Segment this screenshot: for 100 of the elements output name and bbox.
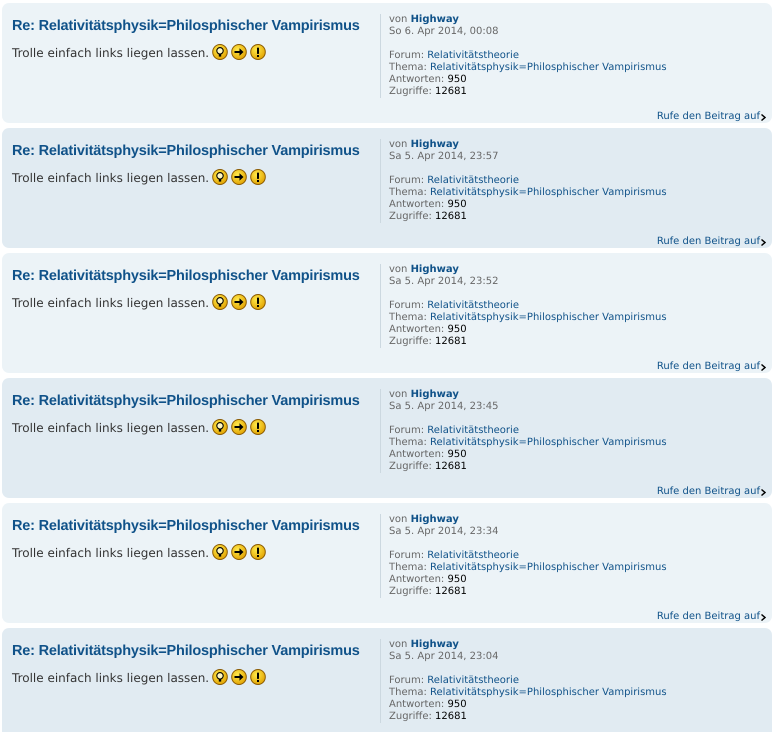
author-label: von (389, 389, 408, 400)
info-label: Zugriffe: (389, 711, 432, 722)
info-label: Forum: (389, 550, 424, 561)
chevron-icon (761, 114, 766, 120)
post-title[interactable]: Re: Relativitätsphysik=Philosphischer Vampirismus (12, 141, 360, 163)
author-link[interactable]: Highway (410, 264, 459, 275)
forum-link[interactable]: Relativitätstheorie (427, 50, 519, 61)
lightbulb-icon (212, 669, 228, 686)
view-count: 12681 (435, 211, 467, 222)
view-count: 12681 (435, 461, 467, 472)
chevron-icon (761, 614, 766, 620)
post-date: Sa 5. Apr 2014, 23:04 (389, 651, 500, 663)
jump-link[interactable]: Rufe den Beitrag auf (656, 361, 766, 373)
info-label: Zugriffe: (389, 211, 432, 222)
post-date: So 6. Apr 2014, 00:08 (389, 26, 500, 38)
view-count: 12681 (435, 86, 467, 97)
post-date: Sa 5. Apr 2014, 23:45 (389, 401, 500, 413)
chevron-icon (761, 364, 766, 370)
forum-link[interactable]: Relativitätstheorie (427, 550, 519, 561)
view-count: 12681 (435, 336, 467, 347)
info-label: Zugriffe: (389, 86, 432, 97)
info-label: Thema: (389, 187, 427, 198)
info-label: Antworten: (389, 699, 444, 710)
lightbulb-icon (212, 169, 228, 186)
info-label: Forum: (389, 425, 424, 436)
info-label: Thema: (389, 437, 427, 448)
exclamation-icon (250, 294, 266, 312)
jump-link[interactable]: Rufe den Beitrag auf (656, 486, 766, 498)
topic-link[interactable]: Relativitätsphysik=Philosphischer Vampirismus (430, 562, 667, 573)
topic-link[interactable]: Relativitätsphysik=Philosphischer Vampirismus (430, 687, 667, 698)
reply-count: 950 (447, 199, 467, 210)
info-label: Zugriffe: (389, 461, 432, 472)
author-label: von (389, 264, 408, 275)
post-title[interactable]: Re: Relativitätsphysik=Philosphischer Vampirismus (12, 16, 360, 38)
exclamation-icon (250, 669, 266, 686)
exclamation-icon (250, 169, 266, 186)
post-text: Trolle einfach links liegen lassen. (12, 170, 210, 187)
jump-link[interactable]: Rufe den Beitrag auf (656, 111, 766, 123)
post-date: Sa 5. Apr 2014, 23:57 (389, 151, 500, 163)
info-label: Forum: (389, 175, 424, 186)
info-label: Thema: (389, 312, 427, 323)
jump-link[interactable]: Rufe den Beitrag auf (656, 611, 766, 623)
info-label: Antworten: (389, 574, 444, 585)
post-text: Trolle einfach links liegen lassen. (12, 670, 210, 687)
topic-link[interactable]: Relativitätsphysik=Philosphischer Vampirismus (430, 187, 667, 198)
post-date: Sa 5. Apr 2014, 23:34 (389, 526, 500, 538)
reply-count: 950 (447, 74, 467, 85)
lightbulb-icon (212, 294, 228, 312)
author-link[interactable]: Highway (410, 639, 459, 650)
post-text: Trolle einfach links liegen lassen. (12, 544, 210, 562)
author-label: von (389, 14, 408, 25)
info-label: Zugriffe: (389, 586, 432, 597)
post-date: Sa 5. Apr 2014, 23:52 (389, 276, 500, 288)
post-text: Trolle einfach links liegen lassen. (12, 44, 210, 62)
forum-link[interactable]: Relativitätstheorie (427, 675, 519, 686)
reply-count: 950 (447, 324, 467, 335)
view-count: 12681 (435, 586, 467, 597)
reply-count: 950 (447, 449, 467, 460)
post-text: Trolle einfach links liegen lassen. (12, 420, 210, 437)
topic-link[interactable]: Relativitätsphysik=Philosphischer Vampirismus (430, 437, 667, 448)
info-label: Antworten: (389, 324, 444, 335)
info-label: Zugriffe: (389, 336, 432, 347)
author-link[interactable]: Highway (410, 14, 459, 25)
reply-count: 950 (447, 574, 467, 585)
chevron-icon (761, 488, 766, 496)
lightbulb-icon (212, 44, 228, 62)
info-label: Forum: (389, 300, 424, 311)
author-label: von (389, 139, 408, 150)
info-label: Forum: (389, 675, 424, 686)
info-label: Antworten: (389, 199, 444, 210)
reply-count: 950 (447, 699, 467, 710)
topic-link[interactable]: Relativitätsphysik=Philosphischer Vampirismus (430, 312, 667, 323)
author-link[interactable]: Highway (410, 139, 459, 150)
jump-link[interactable]: Rufe den Beitrag auf (656, 236, 766, 248)
info-label: Forum: (389, 50, 424, 61)
info-label: Antworten: (389, 74, 444, 85)
chevron-icon (761, 238, 766, 246)
lightbulb-icon (212, 419, 228, 436)
topic-link[interactable]: Relativitätsphysik=Philosphischer Vampirismus (430, 62, 667, 73)
exclamation-icon (250, 544, 266, 562)
post-title[interactable]: Re: Relativitätsphysik=Philosphischer Vampirismus (12, 641, 360, 663)
view-count: 12681 (435, 711, 467, 722)
forum-link[interactable]: Relativitätstheorie (427, 300, 519, 311)
exclamation-icon (250, 419, 266, 436)
info-label: Antworten: (389, 449, 444, 460)
info-label: Thema: (389, 687, 427, 698)
post-text: Trolle einfach links liegen lassen. (12, 294, 210, 312)
forum-link[interactable]: Relativitätstheorie (427, 175, 519, 186)
post-title[interactable]: Re: Relativitätsphysik=Philosphischer Vampirismus (12, 266, 360, 288)
exclamation-icon (250, 44, 266, 62)
author-link[interactable]: Highway (410, 514, 459, 525)
author-link[interactable]: Highway (410, 389, 459, 400)
author-label: von (389, 639, 408, 650)
info-label: Thema: (389, 562, 427, 573)
info-label: Thema: (389, 62, 427, 73)
post-title[interactable]: Re: Relativitätsphysik=Philosphischer Vampirismus (12, 516, 360, 538)
forum-link[interactable]: Relativitätstheorie (427, 425, 519, 436)
lightbulb-icon (212, 544, 228, 562)
author-label: von (389, 514, 408, 525)
post-title[interactable]: Re: Relativitätsphysik=Philosphischer Vampirismus (12, 391, 360, 413)
